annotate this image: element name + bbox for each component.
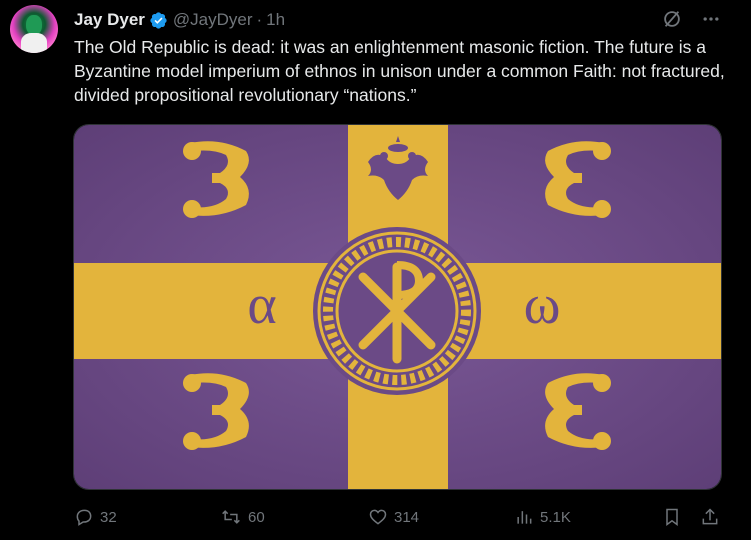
verified-badge-icon [150,11,167,29]
share-icon [702,508,718,525]
timestamp[interactable]: 1h [266,10,285,30]
author-name[interactable]: Jay Dyer [74,10,145,30]
share-button[interactable] [700,505,720,529]
separator-dot: · [256,10,263,29]
heart-icon [369,509,387,525]
like-button[interactable]: 314 [368,505,419,529]
reply-icon [76,509,92,526]
repost-count: 60 [248,508,265,526]
byzantine-flag-image: α ω [74,125,721,489]
reply-button[interactable]: 32 [74,505,117,529]
tweet-image[interactable]: α ω [73,124,722,490]
grok-icon[interactable] [661,8,683,30]
views-button[interactable]: 5.1K [514,505,571,529]
action-bar: 32 60 314 5.1K [74,505,724,529]
top-icons [661,8,721,30]
bookmark-button[interactable] [662,505,682,529]
bookmark-icon [666,508,678,526]
omega-symbol: ω [524,274,561,336]
avatar-face [26,15,42,35]
views-icon [517,511,532,524]
avatar[interactable] [10,5,58,53]
repost-icon [222,510,240,524]
tweet-header: Jay Dyer @JayDyer · 1h [74,9,285,31]
like-count: 314 [394,508,420,526]
tweet-text: The Old Republic is dead: it was an enli… [74,37,725,105]
chi-rho-medallion [313,227,481,395]
author-handle[interactable]: @JayDyer [173,10,253,30]
reply-count: 32 [100,508,117,526]
view-count: 5.1K [540,508,571,526]
repost-button[interactable]: 60 [220,505,265,529]
more-icon[interactable] [701,9,721,29]
avatar-body [21,33,47,53]
alpha-symbol: α [247,274,276,336]
